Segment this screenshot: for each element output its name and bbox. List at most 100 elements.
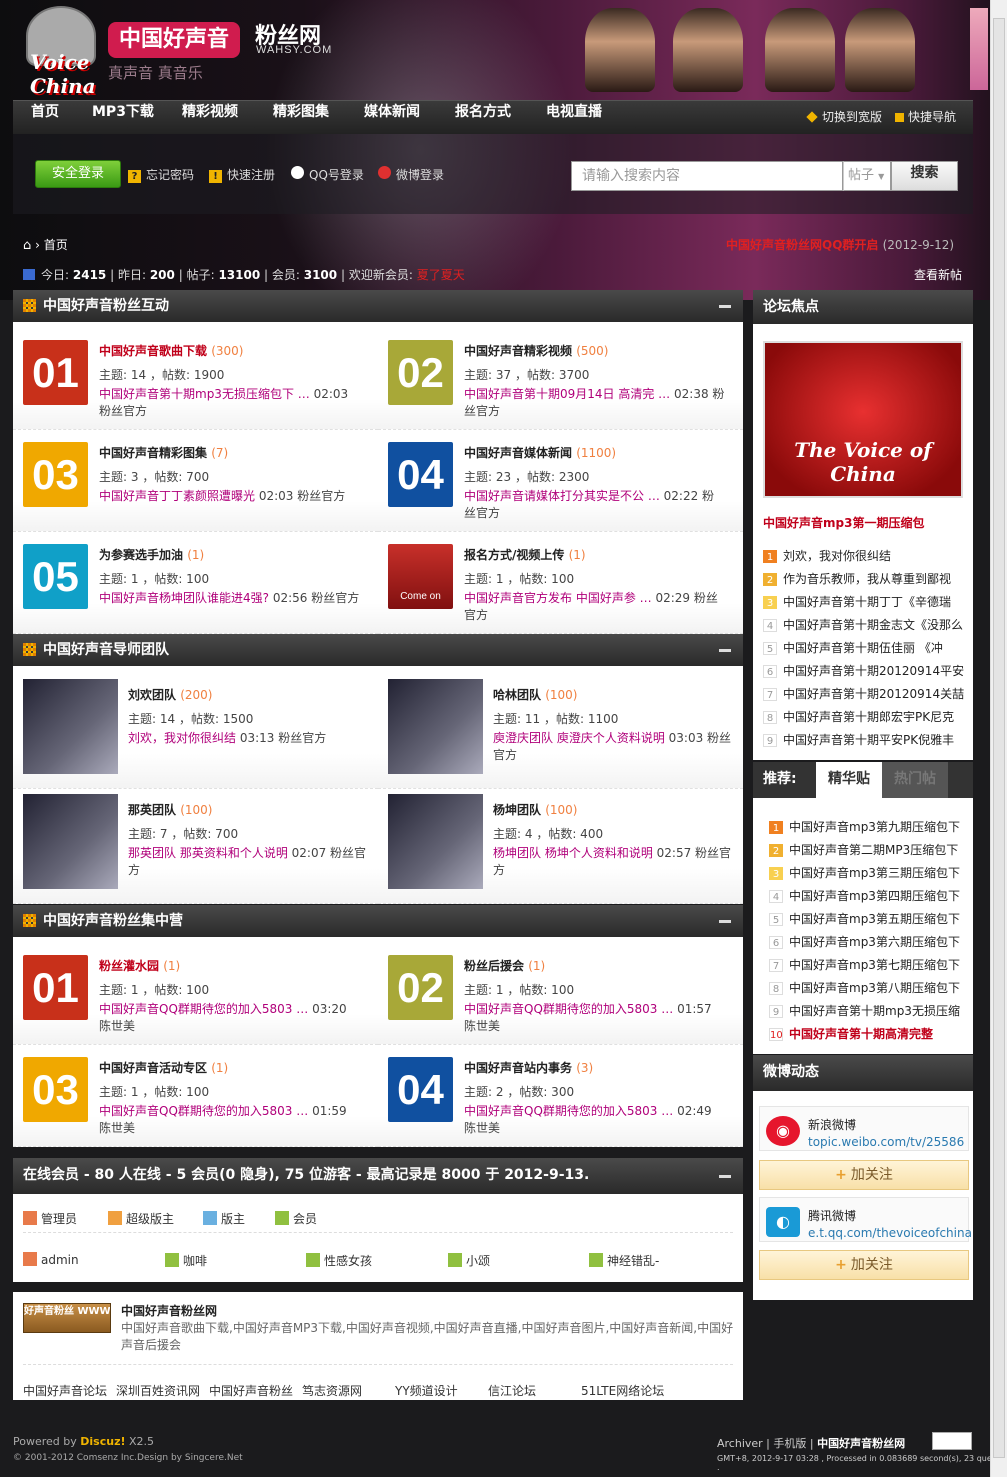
- forum-cell[interactable]: 05 为参赛选手加油 (1) 主题: 1 ，帖数: 100 中国好声音杨坤团队谁能进4…: [13, 534, 378, 634]
- online-user[interactable]: 性感女孩: [306, 1252, 372, 1269]
- new-member-link[interactable]: 夏了夏天: [417, 268, 465, 282]
- focus-item[interactable]: 3 中国好声音第十期丁丁《辛德瑞: [763, 593, 968, 610]
- quick-nav-link[interactable]: 快捷导航: [895, 101, 956, 133]
- forgot-password-link[interactable]: ? 忘记密码: [128, 166, 194, 183]
- friend-link[interactable]: 中国好声音粉丝: [209, 1382, 293, 1399]
- forum-cell[interactable]: 04 中国好声音媒体新闻 (1100) 主题: 23 ，帖数: 2300 中国好声音请…: [378, 432, 743, 532]
- forum-cell[interactable]: 01 中国好声音歌曲下载 (300) 主题: 14 ，帖数: 1900 中国好声音第十…: [13, 330, 378, 430]
- focus-item[interactable]: 1 刘欢，我对你很纠结: [763, 547, 968, 564]
- focus-image[interactable]: The Voice of China: [763, 341, 963, 498]
- section-header-interaction: 中国好声音粉丝互动: [13, 290, 743, 322]
- friend-link[interactable]: 笃志资源网: [302, 1382, 362, 1399]
- view-new-posts-link[interactable]: 查看新帖: [914, 266, 962, 283]
- focus-item[interactable]: 6 中国好声音第十期20120914平安: [763, 662, 968, 679]
- user-admin-icon: [23, 1211, 37, 1225]
- focus-item[interactable]: 9 中国好声音第十期平安PK倪雅丰: [763, 731, 968, 748]
- discuz-link[interactable]: Discuz!: [80, 1435, 125, 1448]
- qq-login-link[interactable]: QQ号登录: [291, 166, 364, 183]
- recommend-item[interactable]: 4 中国好声音mp3第四期压缩包下: [769, 887, 974, 904]
- forum-cell[interactable]: 01 粉丝灌水园 (1) 主题: 1 ，帖数: 100 中国好声音QQ群期待您的加入5…: [13, 945, 378, 1045]
- sina-follow-button[interactable]: + 加关注: [759, 1160, 969, 1190]
- register-link[interactable]: ! 快速注册: [209, 166, 275, 183]
- nav-news[interactable]: 媒体新闻: [364, 101, 420, 121]
- recommend-item[interactable]: 2 中国好声音第二期MP3压缩包下: [769, 841, 974, 858]
- home-icon[interactable]: ⌂: [23, 238, 31, 253]
- forum-badge: 02: [388, 340, 453, 405]
- nav-tv-live[interactable]: 电视直播: [546, 101, 602, 121]
- recommend-item[interactable]: 3 中国好声音mp3第三期压缩包下: [769, 864, 974, 881]
- focus-item[interactable]: 8 中国好声音第十期郎宏宇PK尼克: [763, 708, 968, 725]
- forum-cell[interactable]: 04 中国好声音站内事务 (3) 主题: 2 ，帖数: 300 中国好声音QQ群期待您…: [378, 1047, 743, 1147]
- online-user[interactable]: admin: [23, 1252, 79, 1267]
- collapse-icon[interactable]: [719, 649, 731, 652]
- recommend-item[interactable]: 8 中国好声音mp3第八期压缩包下: [769, 979, 974, 996]
- focus-item[interactable]: 2 作为音乐教师，我从尊重到鄙视: [763, 570, 968, 587]
- forum-cell[interactable]: 杨坤团队 (100) 主题: 4 ，帖数: 400 杨坤团队 杨坤个人资料和说明 0…: [378, 789, 743, 904]
- friend-link[interactable]: 51LTE网络论坛: [581, 1382, 664, 1399]
- tab-hot[interactable]: 热门帖: [882, 762, 948, 798]
- vertical-scrollbar[interactable]: [990, 0, 1007, 1477]
- safe-login-button[interactable]: 安全登录: [35, 160, 121, 188]
- forum-badge: 03: [23, 1057, 88, 1122]
- forum-cell[interactable]: 02 中国好声音精彩视频 (500) 主题: 37 ，帖数: 3700 中国好声音第十…: [378, 330, 743, 430]
- judge-face: [845, 8, 915, 92]
- friend-link[interactable]: 深圳百姓资讯网: [116, 1382, 200, 1399]
- nav-video[interactable]: 精彩视频: [182, 101, 238, 121]
- voice-china-logo[interactable]: Voice China: [22, 2, 104, 98]
- nav-home[interactable]: 首页: [31, 101, 59, 121]
- follow-label: 加关注: [850, 1167, 893, 1183]
- forum-cell[interactable]: 哈林团队 (100) 主题: 11 ，帖数: 1100 庾澄庆团队 庾澄庆个人资料说…: [378, 674, 743, 789]
- friend-link[interactable]: 信江论坛: [488, 1382, 536, 1399]
- forum-cell[interactable]: 03 中国好声音精彩图集 (7) 主题: 3 ，帖数: 700 中国好声音丁丁素颜照遭…: [13, 432, 378, 532]
- focus-item[interactable]: 5 中国好声音第十期伍佳丽 《冲: [763, 639, 968, 656]
- nav-photos[interactable]: 精彩图集: [273, 101, 329, 121]
- switch-wide-link[interactable]: 切换到宽版: [806, 101, 882, 133]
- brand-badge[interactable]: 中国好声音: [108, 22, 240, 58]
- user-admin-icon: [23, 1252, 37, 1266]
- forum-cell[interactable]: 刘欢团队 (200) 主题: 14 ，帖数: 1500 刘欢，我对你很纠结 03:1…: [13, 674, 378, 789]
- forum-badge: 03: [23, 442, 88, 507]
- slogan: 真声音 真音乐: [108, 64, 203, 82]
- friend-link[interactable]: YY频道设计: [395, 1382, 458, 1399]
- tencent-weibo-url[interactable]: e.t.qq.com/thevoiceofchina: [808, 1226, 972, 1240]
- tab-featured[interactable]: 精华贴: [816, 762, 882, 798]
- tencent-weibo-card[interactable]: ◐ 腾讯微博 e.t.qq.com/thevoiceofchina: [759, 1197, 972, 1242]
- collapse-icon[interactable]: [719, 920, 731, 923]
- forum-badge: 04: [388, 442, 453, 507]
- forum-cell[interactable]: 03 中国好声音活动专区 (1) 主题: 1 ，帖数: 100 中国好声音QQ群期待您…: [13, 1047, 378, 1147]
- forum-cell[interactable]: 那英团队 (100) 主题: 7 ，帖数: 700 那英团队 那英资料和个人说明 0…: [13, 789, 378, 904]
- recommend-item[interactable]: 9 中国好声音第十期mp3无损压缩: [769, 1002, 974, 1019]
- online-user[interactable]: 咖啡: [165, 1252, 207, 1269]
- collapse-icon[interactable]: [719, 305, 731, 308]
- sina-weibo-url[interactable]: topic.weibo.com/tv/25586: [808, 1135, 964, 1149]
- scrollbar-thumb[interactable]: [993, 18, 1005, 1458]
- breadcrumb-home[interactable]: 首页: [44, 238, 68, 252]
- forum-cell[interactable]: Come on 报名方式/视频上传 (1) 主题: 1 ，帖数: 100 中国好声音官…: [378, 534, 743, 634]
- site-description: 中国好声音歌曲下载,中国好声音MP3下载,中国好声音视频,中国好声音直播,中国好…: [121, 1321, 734, 1352]
- search-button[interactable]: 搜索: [891, 161, 958, 191]
- focus-item[interactable]: 4 中国好声音第十期金志文《没那么: [763, 616, 968, 633]
- focus-item[interactable]: 7 中国好声音第十期20120914关喆: [763, 685, 968, 702]
- nav-mp3[interactable]: MP3下载: [92, 101, 154, 121]
- site-logo[interactable]: 好声音粉丝 WWW.WAHSY.COM: [23, 1303, 111, 1333]
- collapse-icon[interactable]: [719, 1175, 731, 1178]
- recommend-item[interactable]: 6 中国好声音mp3第六期压缩包下: [769, 933, 974, 950]
- forum-badge: 02: [388, 955, 453, 1020]
- cnzz-badge-icon[interactable]: [932, 1432, 972, 1450]
- friend-link[interactable]: 中国好声音论坛: [23, 1382, 107, 1399]
- sina-weibo-card[interactable]: ◉ 新浪微博 topic.weibo.com/tv/25586: [759, 1106, 969, 1151]
- search-input[interactable]: 请输入搜索内容: [571, 161, 843, 191]
- recommend-item[interactable]: 1 中国好声音mp3第九期压缩包下: [769, 818, 974, 835]
- weibo-login-link[interactable]: 微博登录: [378, 166, 444, 183]
- forum-cell[interactable]: 02 粉丝后援会 (1) 主题: 1 ，帖数: 100 中国好声音QQ群期待您的加入5…: [378, 945, 743, 1045]
- search-type-select[interactable]: 帖子 ▼: [843, 161, 891, 191]
- online-user[interactable]: 小颂: [448, 1252, 490, 1269]
- focus-caption[interactable]: 中国好声音mp3第一期压缩包: [763, 514, 924, 531]
- site-notice[interactable]: 中国好声音粉丝网QQ群开启 (2012-9-12): [726, 236, 954, 253]
- tencent-follow-button[interactable]: + 加关注: [759, 1250, 969, 1280]
- online-user[interactable]: 神经错乱-: [589, 1252, 659, 1269]
- recommend-item[interactable]: 5 中国好声音mp3第五期压缩包下: [769, 910, 974, 927]
- recommend-item[interactable]: 7 中国好声音mp3第七期压缩包下: [769, 956, 974, 973]
- recommend-item[interactable]: 10 中国好声音第十期高清完整: [769, 1025, 974, 1042]
- nav-signup[interactable]: 报名方式: [455, 101, 511, 121]
